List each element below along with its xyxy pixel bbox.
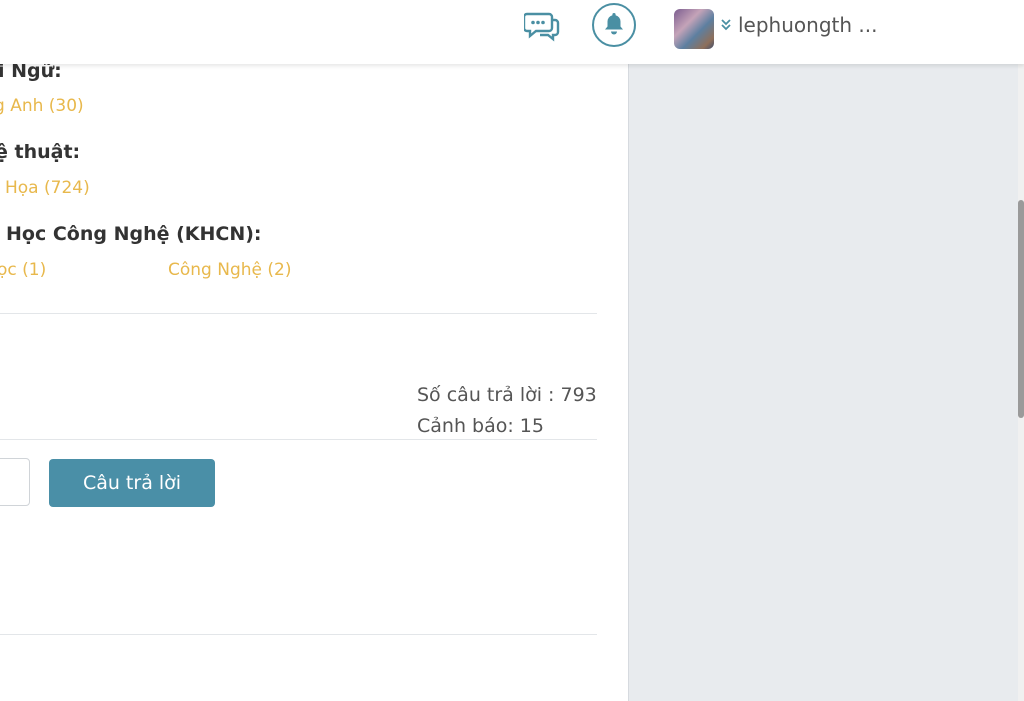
top-navbar: lephuongth ... [0, 0, 1024, 64]
category-item-drawing[interactable]: Họa (724) [5, 178, 90, 198]
category-item-science[interactable]: ọc (1) [0, 260, 46, 280]
category-title-art: ệ thuật: [0, 141, 81, 163]
bell-icon [603, 11, 625, 39]
answer-button[interactable]: Câu trả lời [49, 459, 215, 507]
answer-input[interactable] [0, 458, 30, 506]
category-title-science-tech: Học Công Nghệ (KHCN): [6, 223, 262, 245]
section-divider [0, 439, 597, 440]
warning-count: Cảnh báo: 15 [417, 415, 544, 437]
category-item-technology[interactable]: Công Nghệ (2) [168, 260, 291, 280]
scrollbar-thumb[interactable] [1018, 200, 1024, 418]
answer-count: Số câu trả lời : 793 [417, 384, 597, 406]
notification-button[interactable] [592, 3, 636, 47]
chat-bubbles-icon[interactable] [522, 10, 560, 42]
section-divider [0, 634, 597, 635]
section-divider [0, 313, 597, 314]
user-menu[interactable]: lephuongth ... [720, 10, 877, 40]
double-chevron-down-icon [720, 13, 732, 37]
main-content: i Ngữ: g Anh (30) ệ thuật: Họa (724) Học… [0, 0, 628, 701]
avatar[interactable] [674, 9, 714, 49]
category-item-english[interactable]: g Anh (30) [0, 96, 84, 116]
right-sidebar [628, 64, 1019, 701]
username: lephuongth ... [738, 13, 878, 37]
